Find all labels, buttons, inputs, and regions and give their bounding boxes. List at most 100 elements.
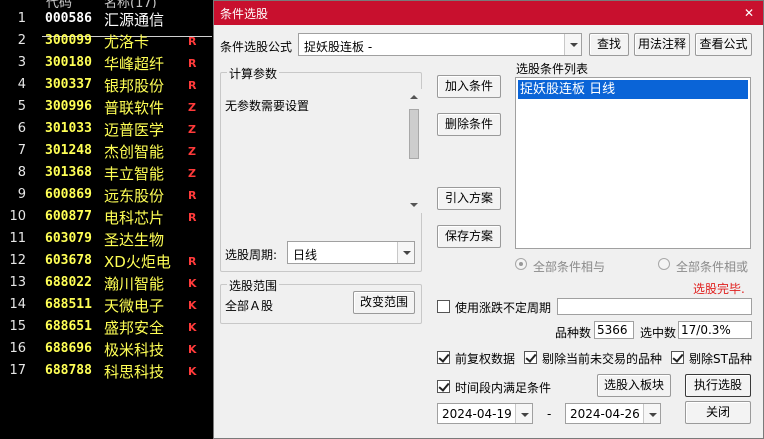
table-row[interactable]: 13 688022 瀚川智能 K (0, 272, 215, 294)
selected-label: 选中数 (640, 326, 677, 340)
scope-value: 全部Ａ股 (225, 299, 274, 313)
to-block-button[interactable]: 选股入板块 (597, 374, 671, 397)
table-row[interactable]: 15 688651 盛邦安全 K (0, 316, 215, 338)
stock-code: 688511 (45, 297, 92, 312)
chevron-down-icon[interactable] (397, 242, 414, 263)
header-code[interactable]: 代码 (46, 0, 72, 8)
stock-flag: K (188, 365, 197, 378)
stock-flag: R (188, 189, 197, 202)
header-name[interactable]: 名称(17) (104, 0, 157, 8)
stock-name: 华峰超纤 (104, 55, 165, 73)
stock-code: 000586 (45, 11, 92, 26)
add-condition-button[interactable]: 加入条件 (437, 75, 501, 98)
exclude-untraded-checkbox[interactable] (524, 351, 537, 364)
stock-code: 301248 (45, 143, 92, 158)
period-label: 选股周期: (225, 248, 278, 262)
stock-flag: R (188, 35, 197, 48)
row-index: 17 (9, 363, 26, 378)
stock-name: 迈普医学 (104, 121, 165, 139)
table-row[interactable]: 8 301368 丰立智能 Z (0, 162, 215, 184)
date-from-picker[interactable]: 2024-04-19 (437, 403, 533, 424)
table-row[interactable]: 3 300180 华峰超纤 R (0, 52, 215, 74)
pre-adjust-checkbox[interactable] (437, 351, 450, 364)
stock-code: 688651 (45, 319, 92, 334)
scroll-thumb[interactable] (409, 109, 419, 159)
table-row[interactable]: 14 688511 天微电子 K (0, 294, 215, 316)
params-group-title: 计算参数 (227, 65, 280, 82)
stock-name: 尤洛卡 (104, 33, 150, 51)
stock-name: 瀚川智能 (104, 275, 165, 293)
change-scope-button[interactable]: 改变范围 (353, 291, 415, 314)
condition-list[interactable]: 捉妖股连板 日线 (515, 77, 751, 249)
row-index: 16 (9, 341, 26, 356)
logic-or-label: 全部条件相或 (676, 260, 749, 274)
stock-code: 688022 (45, 275, 92, 290)
row-index: 1 (17, 11, 26, 26)
table-row[interactable]: 11 603079 圣达生物 (0, 228, 215, 250)
row-index: 4 (17, 77, 26, 92)
row-index: 13 (9, 275, 26, 290)
condition-list-item[interactable]: 捉妖股连板 日线 (518, 80, 748, 99)
row-index: 14 (9, 297, 26, 312)
save-scheme-button[interactable]: 保存方案 (437, 225, 501, 248)
chevron-down-icon[interactable] (564, 34, 581, 55)
close-icon[interactable]: ✕ (739, 3, 759, 23)
table-row[interactable]: 5 300996 普联软件 Z (0, 96, 215, 118)
within-period-label: 时间段内满足条件 (455, 381, 552, 395)
stock-name: 银邦股份 (104, 77, 165, 95)
table-row[interactable]: 4 300337 银邦股份 R (0, 74, 215, 96)
find-button[interactable]: 查找 (589, 33, 629, 56)
period-select[interactable]: 日线 (287, 241, 415, 264)
table-row[interactable]: 16 688696 极米科技 K (0, 338, 215, 360)
stock-flag: K (188, 343, 197, 356)
stock-name: 丰立智能 (104, 165, 165, 183)
stock-code: 603079 (45, 231, 92, 246)
title-bar[interactable]: 条件选股 ✕ (214, 1, 763, 25)
table-row[interactable]: 2 300099 尤洛卡 R (0, 30, 215, 52)
condition-list-title: 选股条件列表 (516, 62, 589, 76)
stock-name: XD火炬电 (104, 253, 171, 271)
row-index: 10 (9, 209, 26, 224)
chevron-down-icon[interactable] (643, 404, 660, 423)
stock-name: 杰创智能 (104, 143, 165, 161)
import-scheme-button[interactable]: 引入方案 (437, 187, 501, 210)
chevron-down-icon[interactable] (515, 404, 532, 423)
table-row[interactable]: 17 688788 科思科技 K (0, 360, 215, 382)
stock-name: 盛邦安全 (104, 319, 165, 337)
stock-code: 301033 (45, 121, 92, 136)
condition-select-dialog: 条件选股 ✕ 条件选股公式 捉妖股连板 - 查找 用法注释 查看公式 计算参数 … (213, 0, 764, 439)
stock-flag: Z (188, 145, 196, 158)
table-row[interactable]: 9 600869 远东股份 R (0, 184, 215, 206)
execute-button[interactable]: 执行选股 (685, 374, 751, 397)
stock-name: 远东股份 (104, 187, 165, 205)
table-row[interactable]: 12 603678 XD火炬电 R (0, 250, 215, 272)
delete-condition-button[interactable]: 删除条件 (437, 113, 501, 136)
stock-name: 汇源通信 (104, 11, 165, 29)
exclude-st-checkbox[interactable] (671, 351, 684, 364)
table-row[interactable]: 6 301033 迈普医学 Z (0, 118, 215, 140)
scroll-down-icon[interactable] (406, 197, 422, 213)
formula-select[interactable]: 捉妖股连板 - (298, 33, 582, 56)
variable-period-checkbox[interactable] (437, 300, 450, 313)
stock-code: 300337 (45, 77, 92, 92)
row-index: 15 (9, 319, 26, 334)
scope-group-title: 选股范围 (227, 277, 280, 294)
variable-period-input[interactable] (557, 298, 752, 315)
logic-or-radio[interactable] (658, 258, 670, 270)
usage-button[interactable]: 用法注释 (634, 33, 690, 56)
variable-period-label: 使用涨跌不定周期 (455, 301, 552, 315)
within-period-checkbox[interactable] (437, 380, 450, 393)
scroll-up-icon[interactable] (406, 89, 422, 105)
table-row[interactable]: 10 600877 电科芯片 R (0, 206, 215, 228)
table-row[interactable]: 7 301248 杰创智能 Z (0, 140, 215, 162)
close-button[interactable]: 关闭 (685, 401, 751, 424)
table-row[interactable]: 1 000586 汇源通信 (0, 8, 215, 37)
stock-code: 300996 (45, 99, 92, 114)
stock-flag: K (188, 277, 197, 290)
logic-and-radio[interactable] (515, 258, 527, 270)
params-scrollbar[interactable] (406, 89, 422, 213)
date-to-value: 2024-04-26 (570, 407, 640, 421)
date-to-picker[interactable]: 2024-04-26 (565, 403, 661, 424)
view-formula-button[interactable]: 查看公式 (695, 33, 752, 56)
pre-adjust-label: 前复权数据 (455, 352, 516, 366)
